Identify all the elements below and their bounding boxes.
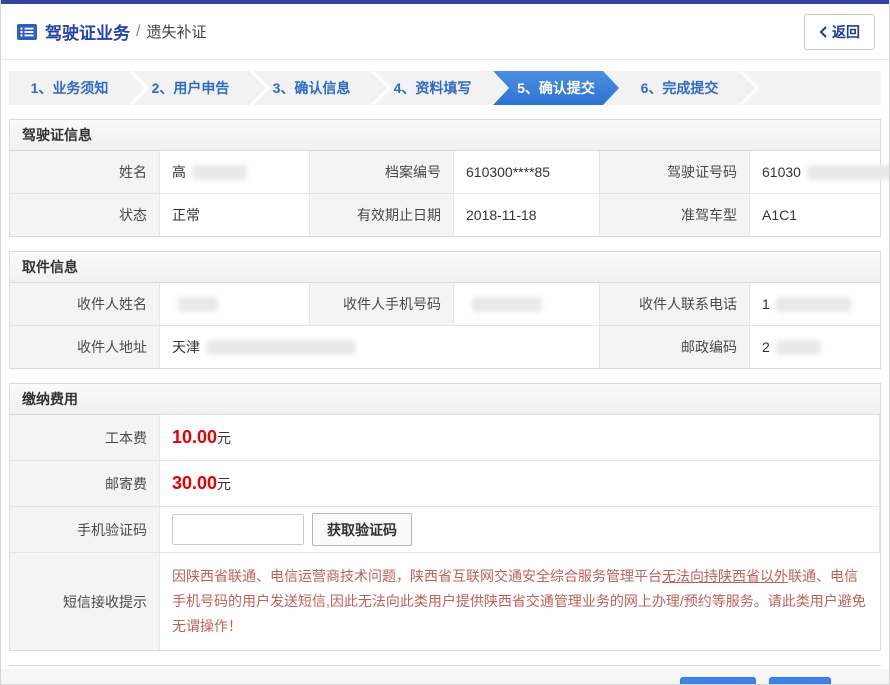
section-title: 缴纳费用 — [10, 384, 880, 415]
fee-row: 工本费 10.00 元 — [10, 415, 880, 460]
footer-actions: 上一步 完成 — [1, 669, 889, 685]
field-value-postal-code: 2 — [750, 326, 880, 368]
sms-notice-row: 短信接收提示 因陕西省联通、电信运营商技术问题，陕西省互联网交通安全综合服务管理… — [10, 552, 880, 650]
field-label-recipient-phone: 收件人联系电话 — [600, 283, 750, 325]
step-6-complete-submit: 6、完成提交 — [619, 71, 740, 105]
field-value-recipient-name — [160, 283, 310, 325]
field-value-recipient-address: 天津 — [160, 326, 600, 368]
field-value-name: 高 — [160, 151, 310, 193]
footer-divider — [9, 665, 881, 666]
field-label-license-number: 驾驶证号码 — [600, 151, 750, 193]
chevron-left-icon — [819, 26, 827, 38]
section-payment: 缴纳费用 工本费 10.00 元 邮寄费 30.00 元 手机验证码 获取验证码… — [9, 383, 881, 651]
breadcrumb: 驾驶证业务 / 遗失补证 — [17, 19, 206, 44]
step-5-confirm-submit-active: 5、确认提交 — [493, 71, 619, 105]
list-icon — [17, 24, 37, 40]
header: 驾驶证业务 / 遗失补证 返回 — [1, 4, 889, 60]
section-title: 驾驶证信息 — [10, 120, 880, 151]
fee-unit: 元 — [217, 428, 231, 448]
field-label-recipient-name: 收件人姓名 — [10, 283, 160, 325]
field-value-file-number: 610300****85 — [454, 151, 600, 193]
back-button[interactable]: 返回 — [804, 14, 875, 50]
section-title: 取件信息 — [10, 252, 880, 283]
sms-code-row: 手机验证码 获取验证码 — [10, 506, 880, 552]
redacted-text — [206, 340, 356, 355]
steps-filler — [740, 71, 881, 105]
redacted-text — [807, 165, 890, 180]
field-value-recipient-mobile — [454, 283, 600, 325]
sms-code-controls: 获取验证码 — [160, 507, 880, 552]
field-label-mailing-fee: 邮寄费 — [10, 461, 160, 506]
redacted-text — [472, 297, 542, 312]
step-progress-bar: 1、业务须知 2、用户申告 3、确认信息 4、资料填写 5、确认提交 6、完成提… — [9, 71, 881, 105]
step-1-business-notice: 1、业务须知 — [9, 71, 130, 105]
step-label: 4、资料填写 — [394, 78, 472, 98]
sms-code-input[interactable] — [172, 514, 304, 545]
field-value-expiry-date: 2018-11-18 — [454, 194, 600, 236]
notice-text-part: 因陕西省联通、电信运营商技术问题，陕西省互联网交通安全综合服务管理平台 — [172, 568, 662, 584]
field-label-expiry-date: 有效期止日期 — [310, 194, 454, 236]
field-value-production-fee: 10.00 元 — [160, 415, 880, 460]
previous-step-button[interactable]: 上一步 — [680, 677, 756, 685]
sms-notice-text: 因陕西省联通、电信运营商技术问题，陕西省互联网交通安全综合服务管理平台无法向持陕… — [160, 553, 880, 650]
field-label-sms-code: 手机验证码 — [10, 507, 160, 552]
field-label-postal-code: 邮政编码 — [600, 326, 750, 368]
fee-amount: 30.00 — [172, 473, 217, 494]
step-label: 5、确认提交 — [517, 78, 595, 98]
page: 驾驶证业务 / 遗失补证 返回 1、业务须知 2、用户申告 3、确认信息 4、资… — [0, 0, 890, 685]
back-button-label: 返回 — [832, 22, 860, 42]
field-label-name: 姓名 — [10, 151, 160, 193]
table-row: 姓名 高 档案编号 610300****85 驾驶证号码 61030 — [10, 151, 880, 193]
finish-button[interactable]: 完成 — [769, 677, 831, 685]
table-row: 收件人地址 天津 邮政编码 2 — [10, 325, 880, 368]
step-4-fill-data: 4、资料填写 — [372, 71, 493, 105]
step-label: 3、确认信息 — [273, 78, 351, 98]
field-value-license-number: 61030 — [750, 151, 890, 193]
page-title: 驾驶证业务 — [45, 19, 130, 44]
field-value-status: 正常 — [160, 194, 310, 236]
page-subtitle: 遗失补证 — [146, 21, 206, 42]
section-license-info: 驾驶证信息 姓名 高 档案编号 610300****85 驾驶证号码 61030… — [9, 119, 881, 237]
redacted-text — [776, 340, 821, 355]
field-label-recipient-mobile: 收件人手机号码 — [310, 283, 454, 325]
field-label-sms-notice: 短信接收提示 — [10, 553, 160, 650]
field-label-production-fee: 工本费 — [10, 415, 160, 460]
step-label: 1、业务须知 — [31, 78, 109, 98]
step-2-user-declaration: 2、用户申告 — [130, 71, 251, 105]
field-label-status: 状态 — [10, 194, 160, 236]
step-3-confirm-info: 3、确认信息 — [251, 71, 372, 105]
field-label-file-number: 档案编号 — [310, 151, 454, 193]
breadcrumb-separator: / — [136, 23, 140, 41]
field-label-vehicle-class: 准驾车型 — [600, 194, 750, 236]
section-pickup-info: 取件信息 收件人姓名 收件人手机号码 收件人联系电话 1 收件人地址 天津 邮政… — [9, 251, 881, 369]
field-label-recipient-address: 收件人地址 — [10, 326, 160, 368]
notice-text-underlined: 无法向持陕西省以外 — [662, 568, 788, 584]
field-value-recipient-phone: 1 — [750, 283, 880, 325]
step-label: 2、用户申告 — [152, 78, 230, 98]
table-row: 状态 正常 有效期止日期 2018-11-18 准驾车型 A1C1 — [10, 193, 880, 236]
step-label: 6、完成提交 — [641, 78, 719, 98]
fee-row: 邮寄费 30.00 元 — [10, 460, 880, 506]
redacted-text — [192, 165, 247, 180]
redacted-text — [178, 297, 218, 312]
get-sms-code-button[interactable]: 获取验证码 — [312, 513, 412, 546]
fee-unit: 元 — [217, 474, 231, 494]
field-value-vehicle-class: A1C1 — [750, 194, 880, 236]
fee-amount: 10.00 — [172, 427, 217, 448]
table-row: 收件人姓名 收件人手机号码 收件人联系电话 1 — [10, 283, 880, 325]
redacted-text — [776, 297, 851, 312]
field-value-mailing-fee: 30.00 元 — [160, 461, 880, 506]
